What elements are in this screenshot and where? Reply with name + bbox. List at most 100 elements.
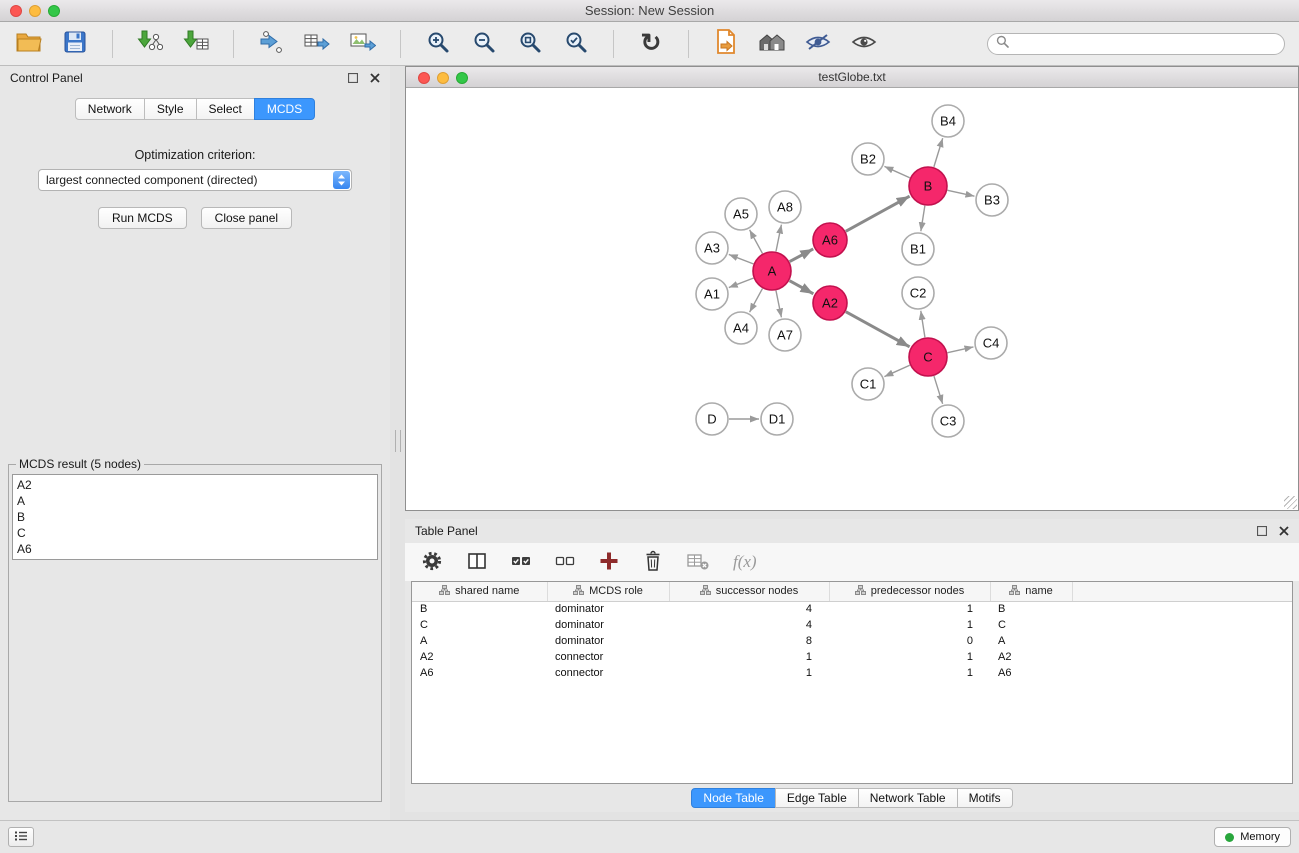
tab-mcds[interactable]: MCDS	[254, 98, 315, 120]
cell-successor-nodes[interactable]: 1	[669, 649, 829, 665]
graph-edge-A-A2[interactable]	[790, 281, 814, 294]
select-all-button[interactable]	[511, 551, 531, 574]
cell-mcds-role[interactable]: dominator	[547, 601, 669, 617]
tab-node-table[interactable]: Node Table	[691, 788, 776, 808]
graph-edge-B-B2[interactable]	[884, 166, 909, 177]
table-row[interactable]: A2 connector 1 1 A2	[412, 649, 1292, 665]
graph-edge-C-C2[interactable]	[921, 311, 925, 337]
close-network-button[interactable]	[418, 72, 430, 84]
graph-edge-B-B1[interactable]	[921, 206, 925, 231]
graph-edge-A-A6[interactable]	[790, 249, 814, 262]
tab-network[interactable]: Network	[75, 98, 145, 120]
save-session-button[interactable]	[60, 29, 90, 59]
column-header-shared-name[interactable]: shared name	[412, 582, 547, 601]
graph-edge-B-B3[interactable]	[948, 190, 975, 196]
run-mcds-button[interactable]: Run MCDS	[98, 207, 187, 229]
table-row[interactable]: B dominator 4 1 B	[412, 601, 1292, 617]
table-row[interactable]: A6 connector 1 1 A6	[412, 665, 1292, 681]
zoom-selected-button[interactable]	[561, 29, 591, 59]
tab-network-table[interactable]: Network Table	[858, 788, 958, 808]
column-header-predecessor-nodes[interactable]: predecessor nodes	[829, 582, 990, 601]
tab-style[interactable]: Style	[144, 98, 197, 120]
graph-edge-A-A3[interactable]	[729, 254, 754, 263]
result-item[interactable]: B	[17, 509, 373, 525]
tab-select[interactable]: Select	[196, 98, 255, 120]
network-document-button[interactable]	[711, 29, 741, 59]
graph-edge-A2-C[interactable]	[846, 312, 910, 347]
export-image-button[interactable]	[348, 29, 378, 59]
cell-name[interactable]: A2	[990, 649, 1072, 665]
graph-edge-C-C1[interactable]	[884, 365, 909, 376]
zoom-network-button[interactable]	[456, 72, 468, 84]
cell-shared-name[interactable]: A2	[412, 649, 547, 665]
zoom-fit-button[interactable]	[515, 29, 545, 59]
resize-grip[interactable]	[1284, 496, 1297, 509]
graph-edge-A-A4[interactable]	[750, 289, 763, 313]
column-header-name[interactable]: name	[990, 582, 1072, 601]
cell-shared-name[interactable]: C	[412, 617, 547, 633]
function-builder-button[interactable]: f(x)	[733, 552, 757, 572]
cell-shared-name[interactable]: A6	[412, 665, 547, 681]
table-row[interactable]: A dominator 8 0 A	[412, 633, 1292, 649]
float-panel-button[interactable]	[348, 73, 358, 83]
cell-mcds-role[interactable]: connector	[547, 665, 669, 681]
graph-edge-C-C3[interactable]	[934, 376, 943, 404]
table-settings-button[interactable]	[421, 550, 443, 575]
close-panel-button[interactable]	[370, 73, 380, 83]
cell-predecessor-nodes[interactable]: 1	[829, 601, 990, 617]
export-table-button[interactable]	[302, 29, 332, 59]
cell-successor-nodes[interactable]: 4	[669, 617, 829, 633]
graph-edge-A6-B[interactable]	[846, 196, 910, 231]
cell-name[interactable]: C	[990, 617, 1072, 633]
result-item[interactable]: A	[17, 493, 373, 509]
delete-column-button[interactable]	[643, 550, 663, 575]
close-window-button[interactable]	[10, 5, 22, 17]
cell-shared-name[interactable]: A	[412, 633, 547, 649]
zoom-window-button[interactable]	[48, 5, 60, 17]
add-column-button[interactable]	[599, 551, 619, 574]
column-header-successor-nodes[interactable]: successor nodes	[669, 582, 829, 601]
cell-successor-nodes[interactable]: 4	[669, 601, 829, 617]
cell-name[interactable]: A6	[990, 665, 1072, 681]
result-item[interactable]: C	[17, 525, 373, 541]
open-session-button[interactable]	[14, 29, 44, 59]
graph-edge-A-A1[interactable]	[729, 278, 754, 287]
hide-details-button[interactable]	[803, 29, 833, 59]
graph-edge-C-C4[interactable]	[948, 347, 974, 353]
graph-edge-A-A7[interactable]	[776, 291, 781, 318]
cell-mcds-role[interactable]: dominator	[547, 633, 669, 649]
panel-splitter[interactable]	[390, 66, 405, 820]
minimize-network-button[interactable]	[437, 72, 449, 84]
cell-successor-nodes[interactable]: 8	[669, 633, 829, 649]
graph-edge-B-B4[interactable]	[934, 138, 943, 167]
show-columns-button[interactable]	[467, 551, 487, 574]
cell-successor-nodes[interactable]: 1	[669, 665, 829, 681]
tab-motifs[interactable]: Motifs	[957, 788, 1013, 808]
import-network-button[interactable]	[135, 29, 165, 59]
search-box[interactable]	[987, 33, 1285, 55]
minimize-window-button[interactable]	[29, 5, 41, 17]
network-graph[interactable]: B4B2BB3A5A8A6A3B1AA1C2A2A4A7CC4C1C3DD1	[406, 88, 1298, 510]
graph-edge-A-A5[interactable]	[750, 230, 763, 254]
export-network-button[interactable]	[256, 29, 286, 59]
cell-mcds-role[interactable]: dominator	[547, 617, 669, 633]
search-input[interactable]	[1014, 37, 1276, 51]
optimization-dropdown[interactable]: largest connected component (directed)	[38, 169, 352, 191]
close-panel-action-button[interactable]: Close panel	[201, 207, 292, 229]
graph-edge-A-A8[interactable]	[776, 225, 781, 252]
mcds-result-list[interactable]: A2 A B C A6	[12, 474, 378, 560]
cell-name[interactable]: B	[990, 601, 1072, 617]
zoom-in-button[interactable]	[423, 29, 453, 59]
cell-predecessor-nodes[interactable]: 1	[829, 649, 990, 665]
show-details-button[interactable]	[849, 29, 879, 59]
table-row[interactable]: C dominator 4 1 C	[412, 617, 1292, 633]
deselect-all-button[interactable]	[555, 551, 575, 574]
result-item[interactable]: A2	[17, 477, 373, 493]
refresh-button[interactable]: ↻	[636, 29, 666, 59]
cell-shared-name[interactable]: B	[412, 601, 547, 617]
delete-table-button[interactable]	[687, 551, 709, 574]
close-table-panel-button[interactable]	[1279, 526, 1289, 536]
float-table-panel-button[interactable]	[1257, 526, 1267, 536]
memory-button[interactable]: Memory	[1214, 827, 1291, 847]
cell-mcds-role[interactable]: connector	[547, 649, 669, 665]
